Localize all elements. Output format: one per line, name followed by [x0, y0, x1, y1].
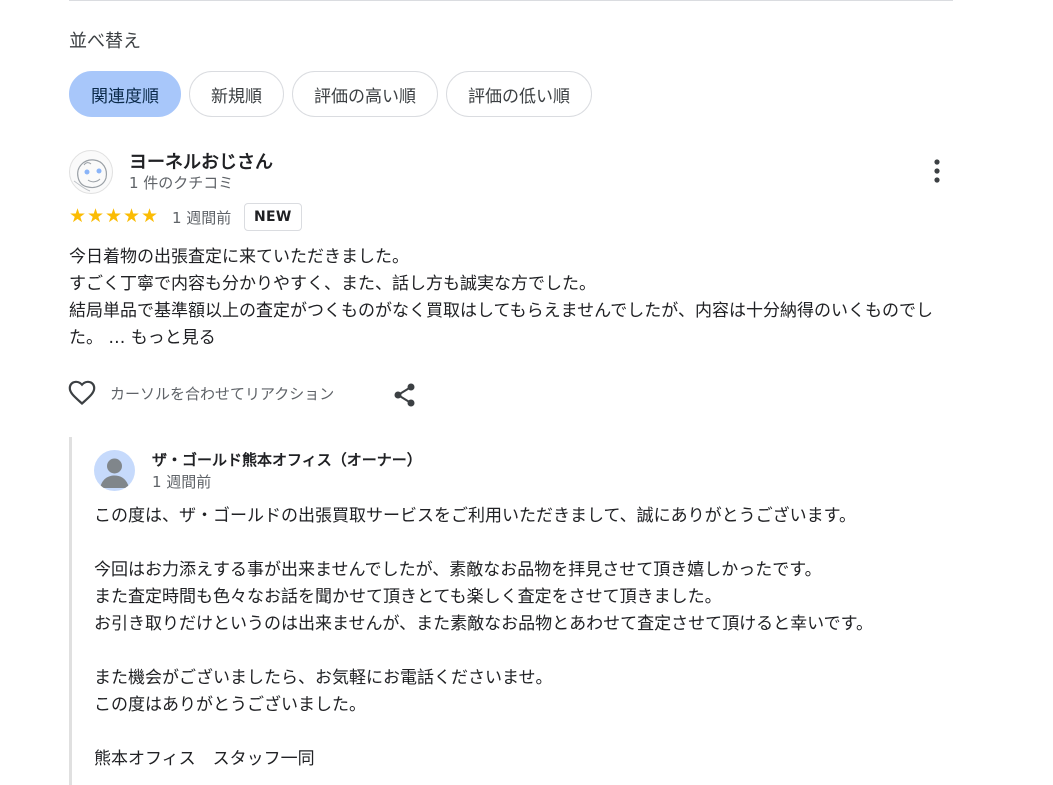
star-icon: ★ — [105, 205, 123, 227]
review-line: 結局単品で基準額以上の査定がつくものがなく買取はしてもらえませんでしたが、内容は… — [69, 298, 949, 352]
reply-line — [94, 719, 954, 746]
reviewer-name[interactable]: ヨーネルおじさん — [129, 148, 273, 174]
reply-line: この度はありがとうございました。 — [94, 695, 366, 715]
reviewer-review-count: 1 件のクチコミ — [129, 174, 234, 192]
rating-stars: ★ ★ ★ ★ ★ — [69, 206, 159, 226]
sort-chips: 関連度順 新規順 評価の高い順 評価の低い順 — [69, 71, 592, 117]
owner-avatar[interactable] — [94, 450, 135, 491]
reply-line — [94, 638, 954, 665]
star-icon: ★ — [141, 205, 159, 227]
heart-icon[interactable] — [68, 380, 96, 406]
reply-line: また査定時間も色々なお話を聞かせて頂きとても楽しく査定をさせて頂きました。 — [94, 587, 722, 607]
kebab-icon — [934, 159, 940, 183]
owner-reply-body: この度は、ザ・ゴールドの出張買取サービスをご利用いただきまして、誠にありがとうご… — [94, 503, 954, 773]
new-badge: NEW — [244, 203, 302, 231]
reply-line: この度は、ザ・ゴールドの出張買取サービスをご利用いただきまして、誠にありがとうご… — [94, 506, 856, 526]
review-body: 今日着物の出張査定に来ていただきました。 すごく丁寧で内容も分かりやすく、また、… — [69, 244, 949, 352]
star-icon: ★ — [87, 205, 105, 227]
sort-label: 並べ替え — [69, 31, 141, 52]
reply-line: 今回はお力添えする事が出来ませんでしたが、素敵なお品物を拝見させて頂き嬉しかった… — [94, 560, 822, 580]
reply-line: また機会がございましたら、お気軽にお電話くださいませ。 — [94, 668, 553, 688]
reviewer-avatar[interactable] — [69, 150, 113, 194]
review-line: すごく丁寧で内容も分かりやすく、また、話し方も誠実な方でした。 — [69, 274, 596, 294]
reply-indent-bar — [69, 437, 72, 785]
share-button[interactable] — [393, 382, 417, 412]
reply-line: お引き取りだけというのは出来ませんが、また素敵なお品物とあわせて査定させて頂ける… — [94, 614, 873, 634]
read-more-link[interactable]: … もっと見る — [108, 328, 215, 348]
reply-line — [94, 530, 954, 557]
reaction-label: カーソルを合わせてリアクション — [110, 384, 335, 403]
sort-chip-relevance[interactable]: 関連度順 — [69, 71, 181, 117]
sort-chip-newest[interactable]: 新規順 — [189, 71, 284, 117]
star-icon: ★ — [69, 205, 87, 227]
reviewer-avatar-image — [73, 159, 108, 192]
person-icon — [100, 458, 129, 488]
top-divider — [69, 0, 953, 1]
owner-reply-time: 1 週間前 — [152, 473, 212, 491]
review-line: 今日着物の出張査定に来ていただきました。 — [69, 247, 409, 267]
reaction-row[interactable]: カーソルを合わせてリアクション — [68, 380, 334, 406]
owner-name: ザ・ゴールド熊本オフィス（オーナー） — [152, 451, 422, 469]
sort-chip-lowest[interactable]: 評価の低い順 — [446, 71, 592, 117]
star-icon: ★ — [123, 205, 141, 227]
share-icon — [394, 383, 415, 407]
reply-line: 熊本オフィス スタッフ一同 — [94, 749, 315, 769]
review-time: 1 週間前 — [172, 209, 232, 227]
more-options-button[interactable] — [922, 156, 952, 186]
sort-chip-highest[interactable]: 評価の高い順 — [292, 71, 438, 117]
